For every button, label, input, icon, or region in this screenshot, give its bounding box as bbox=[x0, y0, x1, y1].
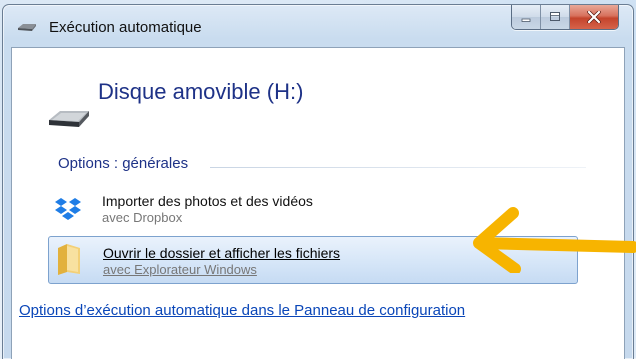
minimize-icon bbox=[521, 18, 531, 22]
autoplay-window: Exécution automatique Disque amovible (H… bbox=[2, 4, 634, 359]
autoplay-settings-link[interactable]: Options d’exécution automatique dans le … bbox=[19, 302, 465, 319]
removable-drive-icon bbox=[49, 111, 89, 127]
maximize-icon bbox=[550, 12, 560, 21]
minimize-button[interactable] bbox=[512, 5, 541, 29]
option-subtitle: avec Explorateur Windows bbox=[103, 262, 257, 277]
arrow-annotation-icon bbox=[473, 207, 636, 273]
close-icon bbox=[587, 11, 601, 23]
folder-icon bbox=[58, 244, 80, 275]
close-button[interactable] bbox=[570, 5, 618, 29]
window-title: Exécution automatique bbox=[49, 19, 202, 36]
maximize-button[interactable] bbox=[541, 5, 570, 29]
option-title: Ouvrir le dossier et afficher les fichie… bbox=[103, 245, 341, 261]
window-controls bbox=[511, 5, 619, 30]
section-header: Options : générales bbox=[58, 155, 189, 172]
drive-small-icon bbox=[18, 24, 36, 31]
title-bar[interactable]: Exécution automatique bbox=[3, 5, 633, 47]
window-content: Disque amovible (H:) Options : générales… bbox=[11, 47, 625, 359]
section-divider bbox=[210, 167, 586, 168]
option-title: Importer des photos et des vidéos bbox=[102, 193, 313, 209]
option-subtitle: avec Dropbox bbox=[102, 210, 183, 225]
dropbox-icon bbox=[55, 198, 81, 220]
device-title: Disque amovible (H:) bbox=[98, 79, 304, 104]
